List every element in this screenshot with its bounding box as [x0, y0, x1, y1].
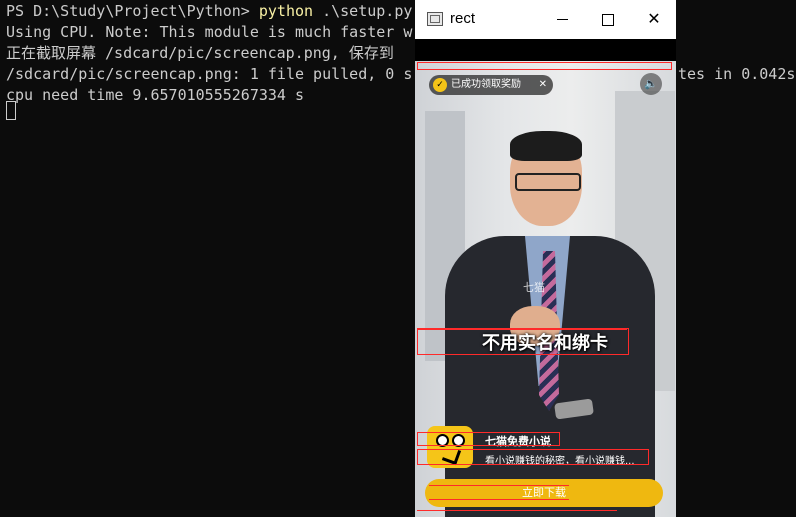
rect-window[interactable]: rect ✕ 七猫 ✓ 已成功领取奖励 ✕ 🔈 不用实名和绑卡 七猫免费小说 看…	[415, 0, 676, 517]
close-button[interactable]: ✕	[631, 0, 677, 39]
window-titlebar[interactable]: rect ✕	[415, 0, 676, 39]
detection-box	[417, 328, 629, 355]
detection-line	[429, 499, 569, 500]
status-bar-strip	[415, 39, 676, 61]
window-title: rect	[450, 10, 476, 27]
notification-close-icon[interactable]: ✕	[539, 75, 547, 95]
maximize-button[interactable]	[585, 0, 631, 39]
notification-text: 已成功领取奖励	[451, 79, 521, 90]
download-button[interactable]: 立即下载	[425, 479, 663, 507]
maximize-icon	[602, 13, 614, 26]
terminal-command-line: PS D:\Study\Project\Python> python .\set…	[6, 1, 412, 22]
terminal-prompt: PS D:\Study\Project\Python>	[6, 2, 259, 20]
detection-line	[429, 485, 569, 486]
minimize-button[interactable]	[539, 0, 585, 39]
close-icon: ✕	[647, 11, 661, 28]
detection-box	[417, 432, 560, 446]
speaker-icon[interactable]: 🔈	[640, 73, 662, 95]
detection-line	[417, 510, 617, 511]
terminal-output-line-tail: tes in 0.042s)	[678, 65, 796, 83]
detection-line	[417, 329, 627, 330]
person-glasses	[515, 173, 581, 191]
check-icon: ✓	[433, 78, 447, 92]
person-hair	[510, 131, 582, 161]
detection-box	[417, 449, 649, 465]
terminal-output-line: Using CPU. Note: This module is much fas…	[6, 23, 413, 41]
terminal-command-keyword: python	[258, 2, 314, 20]
terminal-command-args: .\setup.py	[313, 2, 413, 20]
terminal-output-line: /sdcard/pic/screencap.png: 1 file pulled…	[6, 65, 413, 83]
video-watermark: 七猫	[523, 281, 545, 294]
detection-box	[417, 62, 672, 70]
window-app-icon	[427, 12, 443, 26]
terminal-output-line: cpu need time 9.657010555267334 s	[6, 86, 305, 104]
minimize-icon	[556, 19, 568, 21]
screencap-view: 七猫 ✓ 已成功领取奖励 ✕ 🔈 不用实名和绑卡 七猫免费小说 看小说赚钱的秘密…	[415, 39, 676, 517]
terminal-output-line: 正在截取屏幕 /sdcard/pic/screencap.png, 保存到	[6, 44, 394, 62]
detection-line	[417, 449, 649, 450]
terminal-cursor	[6, 101, 16, 120]
terminal-window[interactable]: PS D:\Study\Project\Python> python .\set…	[0, 0, 796, 517]
reward-notification[interactable]: ✓ 已成功领取奖励 ✕	[429, 75, 553, 95]
